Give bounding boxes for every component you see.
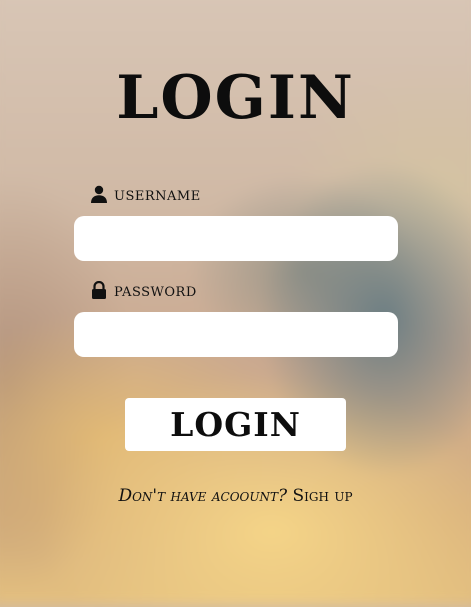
login-button[interactable]: LOGIN [125, 398, 346, 451]
username-label-text: USERNAME [114, 183, 201, 205]
password-label-text: PASSWORD [114, 279, 197, 301]
lock-icon [90, 280, 108, 299]
user-icon [90, 185, 108, 203]
username-input[interactable] [74, 216, 398, 261]
signup-link[interactable]: Sigh up [293, 486, 353, 506]
page-title: LOGIN [116, 63, 355, 133]
password-label: PASSWORD [90, 279, 197, 301]
signup-row: Don't have acoount? Sigh up [0, 486, 471, 506]
signup-prompt: Don't have acoount? [118, 486, 288, 506]
login-panel: LOGIN USERNAME PASSWORD LOGIN Don't have… [0, 0, 471, 592]
password-input[interactable] [74, 312, 398, 357]
username-label: USERNAME [90, 183, 201, 205]
